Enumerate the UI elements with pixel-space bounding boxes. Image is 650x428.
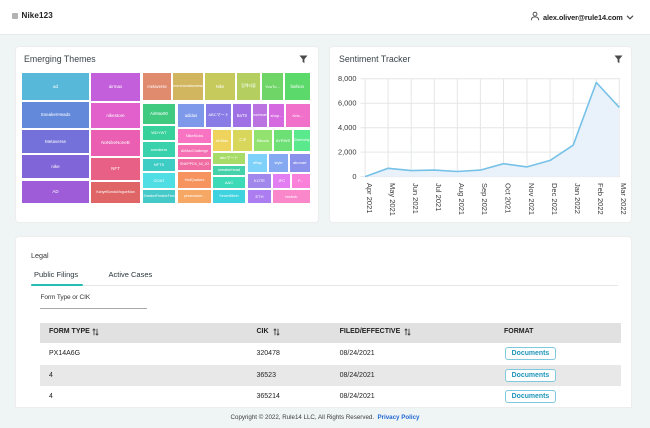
svg-text:Dec 2021: Dec 2021 — [550, 183, 559, 215]
svg-text:Aug 2021: Aug 2021 — [457, 183, 466, 215]
svg-text:8,000: 8,000 — [338, 74, 357, 83]
svg-text:Apr 2021: Apr 2021 — [365, 183, 374, 213]
svg-text:Mar 2022: Mar 2022 — [619, 183, 628, 215]
svg-text:Jan 2022: Jan 2022 — [573, 183, 582, 214]
svg-text:2,000: 2,000 — [338, 148, 357, 157]
svg-text:0: 0 — [352, 172, 356, 181]
svg-text:Nov 2021: Nov 2021 — [527, 183, 536, 215]
svg-text:4,000: 4,000 — [338, 123, 357, 132]
svg-text:6,000: 6,000 — [338, 99, 357, 108]
svg-text:Oct 2021: Oct 2021 — [503, 183, 512, 213]
svg-text:Sep 2021: Sep 2021 — [480, 183, 489, 215]
svg-text:Jul 2021: Jul 2021 — [434, 183, 443, 211]
svg-text:May 2021: May 2021 — [388, 183, 397, 216]
svg-text:Jun 2021: Jun 2021 — [411, 183, 420, 214]
svg-text:Feb 2022: Feb 2022 — [596, 183, 605, 215]
